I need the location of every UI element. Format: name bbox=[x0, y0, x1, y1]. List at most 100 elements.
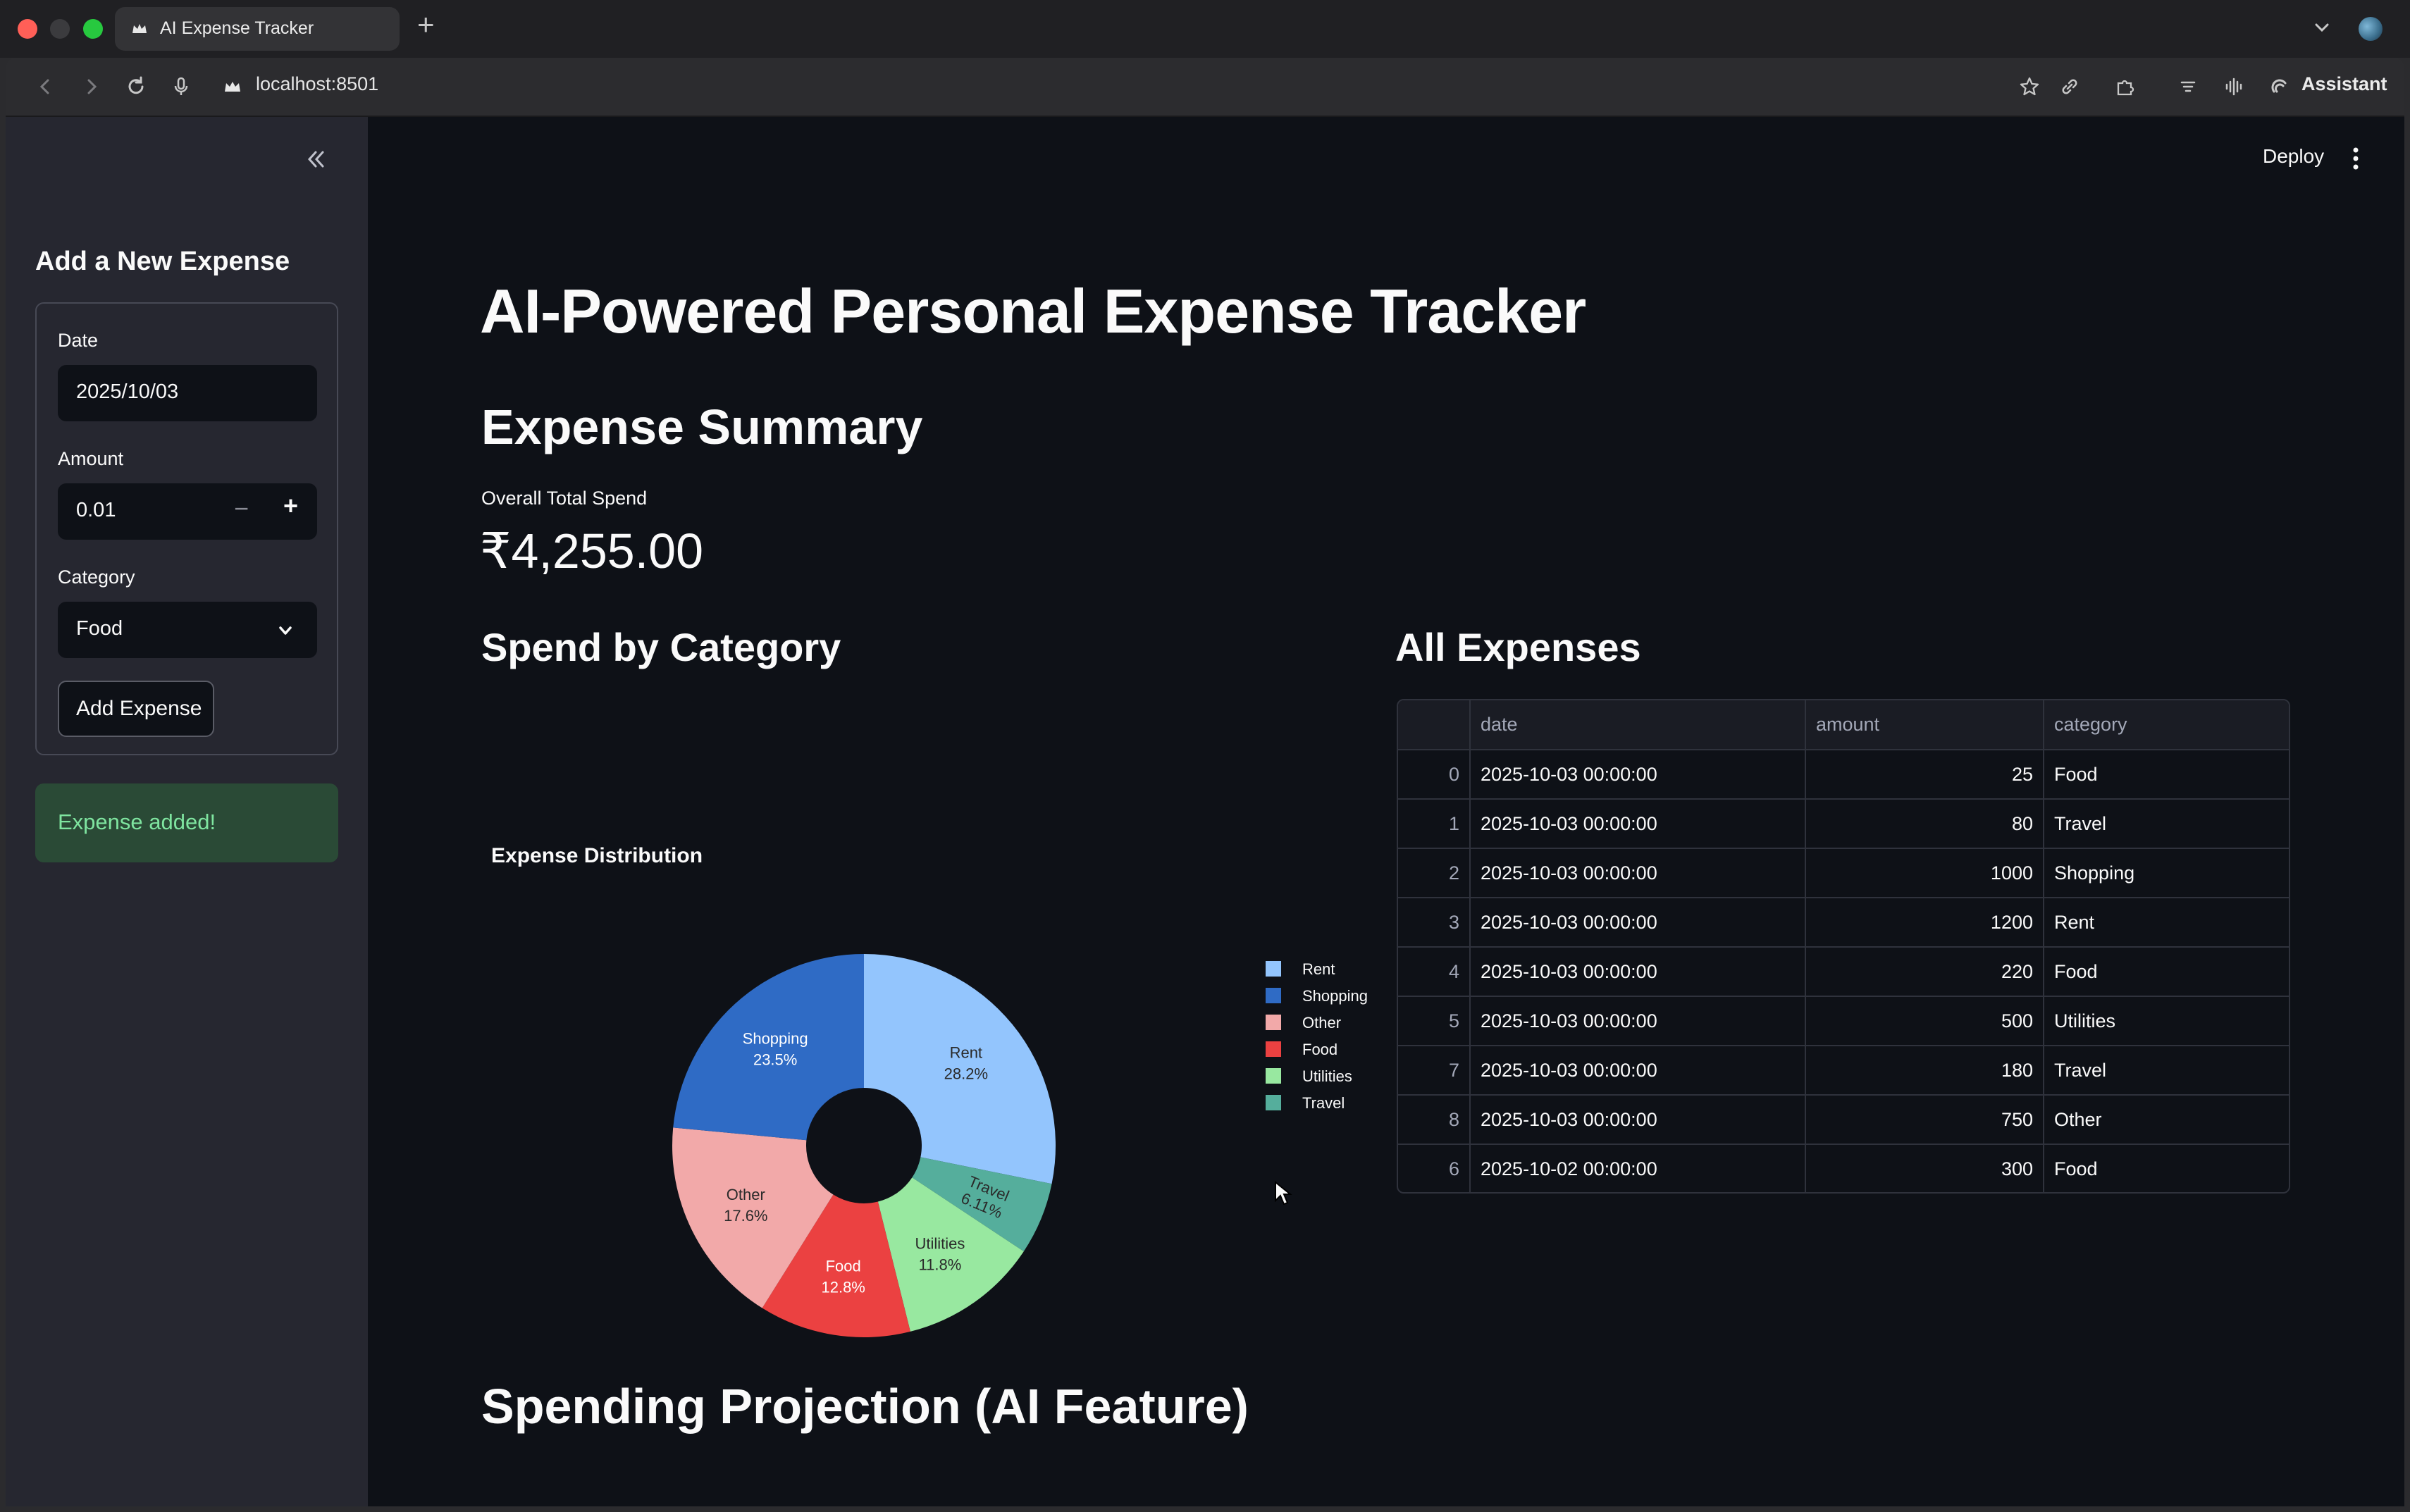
deploy-button[interactable]: Deploy bbox=[2263, 145, 2324, 168]
bookmark-star-icon[interactable] bbox=[2017, 75, 2041, 99]
back-icon[interactable] bbox=[34, 75, 58, 99]
column-header-category[interactable]: category bbox=[2044, 700, 2289, 750]
cell-amount[interactable]: 1000 bbox=[1805, 848, 2044, 898]
browser-tab[interactable]: AI Expense Tracker bbox=[115, 7, 400, 51]
legend-swatch-travel[interactable] bbox=[1266, 1095, 1281, 1110]
reload-icon[interactable] bbox=[124, 75, 148, 99]
cell-amount[interactable]: 750 bbox=[1805, 1095, 2044, 1145]
page-title: AI-Powered Personal Expense Tracker bbox=[480, 276, 1586, 346]
success-alert-text: Expense added! bbox=[58, 810, 216, 834]
chevron-down-icon bbox=[279, 626, 292, 635]
row-index: 3 bbox=[1398, 898, 1471, 948]
add-expense-button[interactable]: Add Expense bbox=[58, 681, 214, 737]
date-input[interactable]: 2025/10/03 bbox=[58, 365, 317, 421]
row-index: 1 bbox=[1398, 799, 1471, 849]
table-row[interactable]: 1 2025-10-03 00:00:00 80 Travel bbox=[1398, 799, 2289, 849]
amount-label: Amount bbox=[58, 448, 124, 469]
new-tab-button[interactable]: + bbox=[417, 10, 435, 39]
cell-category[interactable]: Rent bbox=[2044, 898, 2289, 948]
forward-icon[interactable] bbox=[79, 75, 103, 99]
maximize-window-button[interactable] bbox=[83, 19, 103, 39]
add-expense-button-label: Add Expense bbox=[76, 697, 202, 720]
legend-swatch-other[interactable] bbox=[1266, 1015, 1281, 1030]
projection-heading: Spending Projection (AI Feature) bbox=[481, 1379, 1249, 1434]
success-alert: Expense added! bbox=[35, 783, 338, 862]
reader-list-icon[interactable] bbox=[2176, 75, 2200, 99]
legend-swatch-utilities[interactable] bbox=[1266, 1068, 1281, 1084]
cell-amount[interactable]: 220 bbox=[1805, 947, 2044, 997]
cell-date[interactable]: 2025-10-03 00:00:00 bbox=[1470, 848, 1806, 898]
expenses-table[interactable]: date amount category 0 2025-10-03 00:00:0… bbox=[1397, 699, 2290, 1194]
cell-date[interactable]: 2025-10-03 00:00:00 bbox=[1470, 947, 1806, 997]
cell-amount[interactable]: 25 bbox=[1805, 750, 2044, 800]
amount-input[interactable]: 0.01 − + bbox=[58, 483, 317, 540]
cell-date[interactable]: 2025-10-03 00:00:00 bbox=[1470, 1046, 1806, 1096]
table-row[interactable]: 7 2025-10-03 00:00:00 180 Travel bbox=[1398, 1046, 2289, 1096]
date-label: Date bbox=[58, 330, 99, 351]
cell-category[interactable]: Travel bbox=[2044, 799, 2289, 849]
row-index: 6 bbox=[1398, 1144, 1471, 1192]
row-index: 0 bbox=[1398, 750, 1471, 800]
row-index: 8 bbox=[1398, 1095, 1471, 1145]
legend-label-utilities[interactable]: Utilities bbox=[1302, 1067, 1352, 1085]
extensions-icon[interactable] bbox=[2113, 75, 2137, 99]
legend-label-shopping[interactable]: Shopping bbox=[1302, 987, 1368, 1005]
summary-heading: Expense Summary bbox=[481, 399, 923, 454]
legend-label-food[interactable]: Food bbox=[1302, 1041, 1337, 1058]
cell-category[interactable]: Travel bbox=[2044, 1046, 2289, 1096]
minimize-window-button[interactable] bbox=[50, 19, 70, 39]
expense-distribution-chart[interactable]: Expense Distribution Rent 28.2%Travel6.11… bbox=[480, 829, 1382, 1350]
cell-date[interactable]: 2025-10-03 00:00:00 bbox=[1470, 898, 1806, 948]
cell-amount[interactable]: 300 bbox=[1805, 1144, 2044, 1192]
table-row[interactable]: 8 2025-10-03 00:00:00 750 Other bbox=[1398, 1095, 2289, 1145]
cell-amount[interactable]: 500 bbox=[1805, 996, 2044, 1046]
category-label: Category bbox=[58, 566, 135, 588]
cell-amount[interactable]: 180 bbox=[1805, 1046, 2044, 1096]
table-row[interactable]: 6 2025-10-02 00:00:00 300 Food bbox=[1398, 1144, 2289, 1192]
cell-date[interactable]: 2025-10-03 00:00:00 bbox=[1470, 799, 1806, 849]
cell-category[interactable]: Food bbox=[2044, 1144, 2289, 1192]
column-header-index[interactable] bbox=[1398, 700, 1471, 750]
cell-category[interactable]: Shopping bbox=[2044, 848, 2289, 898]
cell-amount[interactable]: 80 bbox=[1805, 799, 2044, 849]
table-row[interactable]: 2 2025-10-03 00:00:00 1000 Shopping bbox=[1398, 848, 2289, 898]
legend-label-travel[interactable]: Travel bbox=[1302, 1094, 1345, 1112]
chevron-down-icon[interactable] bbox=[2311, 17, 2332, 38]
table-row[interactable]: 3 2025-10-03 00:00:00 1200 Rent bbox=[1398, 898, 2289, 948]
collapse-sidebar-icon[interactable] bbox=[302, 145, 330, 173]
microphone-icon[interactable] bbox=[169, 75, 193, 99]
legend-label-rent[interactable]: Rent bbox=[1302, 960, 1335, 978]
cell-date[interactable]: 2025-10-02 00:00:00 bbox=[1470, 1144, 1806, 1192]
close-window-button[interactable] bbox=[18, 19, 37, 39]
legend-swatch-food[interactable] bbox=[1266, 1041, 1281, 1057]
site-crown-icon[interactable] bbox=[221, 75, 245, 99]
main-menu-icon[interactable] bbox=[2352, 147, 2359, 171]
cell-date[interactable]: 2025-10-03 00:00:00 bbox=[1470, 750, 1806, 800]
profile-avatar[interactable] bbox=[2359, 17, 2383, 41]
audio-wave-icon[interactable] bbox=[2222, 75, 2246, 99]
legend-label-other[interactable]: Other bbox=[1302, 1014, 1341, 1031]
category-select[interactable]: Food bbox=[58, 602, 317, 658]
assistant-button[interactable]: Assistant bbox=[2301, 73, 2387, 95]
assistant-icon[interactable] bbox=[2268, 75, 2292, 99]
increment-button[interactable]: + bbox=[283, 493, 298, 519]
table-row[interactable]: 0 2025-10-03 00:00:00 25 Food bbox=[1398, 750, 2289, 800]
legend-swatch-shopping[interactable] bbox=[1266, 988, 1281, 1003]
cell-amount[interactable]: 1200 bbox=[1805, 898, 2044, 948]
cell-category[interactable]: Food bbox=[2044, 750, 2289, 800]
cell-category[interactable]: Utilities bbox=[2044, 996, 2289, 1046]
app-viewport: Add a New Expense Date 2025/10/03 Amount… bbox=[6, 117, 2404, 1506]
decrement-button[interactable]: − bbox=[234, 496, 249, 521]
cell-date[interactable]: 2025-10-03 00:00:00 bbox=[1470, 996, 1806, 1046]
table-row[interactable]: 5 2025-10-03 00:00:00 500 Utilities bbox=[1398, 996, 2289, 1046]
column-header-date[interactable]: date bbox=[1470, 700, 1806, 750]
table-row[interactable]: 4 2025-10-03 00:00:00 220 Food bbox=[1398, 947, 2289, 997]
link-icon[interactable] bbox=[2058, 75, 2082, 99]
column-header-amount[interactable]: amount bbox=[1805, 700, 2044, 750]
cell-category[interactable]: Food bbox=[2044, 947, 2289, 997]
cell-category[interactable]: Other bbox=[2044, 1095, 2289, 1145]
cell-date[interactable]: 2025-10-03 00:00:00 bbox=[1470, 1095, 1806, 1145]
legend-swatch-rent[interactable] bbox=[1266, 961, 1281, 977]
amount-value: 0.01 bbox=[76, 499, 116, 521]
address-bar[interactable]: localhost:8501 bbox=[256, 73, 378, 95]
